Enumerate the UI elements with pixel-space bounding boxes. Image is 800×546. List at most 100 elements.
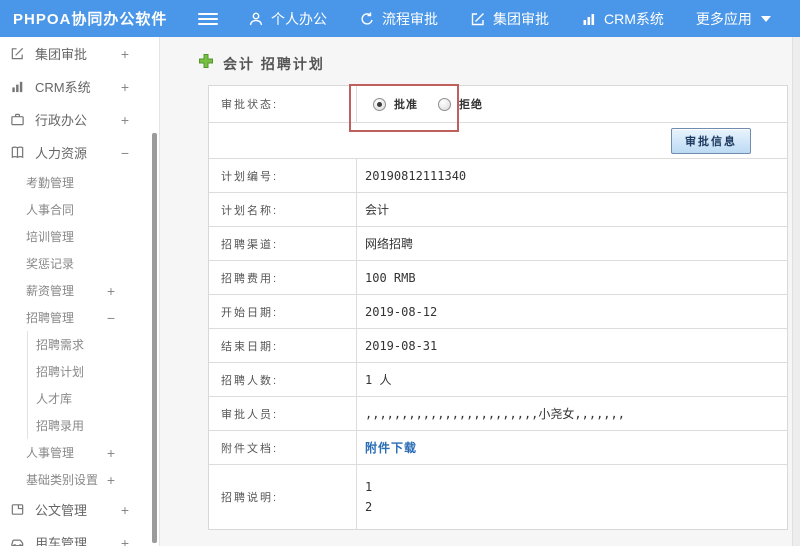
nav-process-approval[interactable]: 流程审批	[359, 9, 438, 29]
sidebar-item-recruit-hire[interactable]: 招聘录用	[28, 412, 159, 439]
sidebar-item-crm[interactable]: CRM系统 +	[0, 70, 159, 103]
sidebar-item-group-approval[interactable]: 集团审批 +	[0, 37, 159, 70]
sidebar-item-personnel[interactable]: 人事管理 +	[0, 439, 159, 466]
expander-icon[interactable]: +	[121, 46, 129, 62]
hamburger-icon[interactable]	[198, 12, 218, 25]
sidebar-item-recruit-plan[interactable]: 招聘计划	[28, 358, 159, 385]
attachment-download-link[interactable]: 附件下载	[365, 439, 417, 456]
nav-label: 流程审批	[382, 10, 438, 27]
sidebar-item-recruit-mgmt[interactable]: 招聘管理 −	[0, 304, 159, 331]
sidebar-item-label: 培训管理	[26, 230, 75, 244]
sidebar-item-label: 薪资管理	[26, 284, 75, 298]
caret-down-icon	[760, 15, 771, 22]
sidebar-item-label: 奖惩记录	[26, 257, 75, 271]
sidebar-item-documents[interactable]: 公文管理 +	[0, 493, 159, 526]
expander-icon[interactable]: +	[107, 283, 115, 299]
sidebar-item-label: CRM系统	[35, 80, 91, 95]
field-value: 批准 拒绝	[357, 86, 787, 122]
field-value: 会计	[365, 203, 390, 217]
sidebar-item-label: 人才库	[36, 392, 73, 406]
top-navigation: 个人办公 流程审批 集团审批 CRM系统 更多应用	[248, 9, 771, 29]
recruitment-plan-form: 审批状态: 批准 拒绝 审批信息 计划编号: 20190812111340 计划…	[208, 85, 788, 530]
sidebar-item-vehicle[interactable]: 用车管理 +	[0, 526, 159, 546]
form-row-end-date: 结束日期: 2019-08-31	[209, 329, 787, 363]
sidebar-item-hr-contract[interactable]: 人事合同	[0, 196, 159, 223]
sidebar-item-talent-pool[interactable]: 人才库	[28, 385, 159, 412]
sidebar-item-admin-office[interactable]: 行政办公 +	[0, 103, 159, 136]
sidebar-item-recruit-demand[interactable]: 招聘需求	[28, 331, 159, 358]
nav-label: CRM系统	[604, 10, 664, 27]
expander-icon[interactable]: +	[107, 472, 115, 488]
sidebar-item-rewards[interactable]: 奖惩记录	[0, 250, 159, 277]
description-line: 2	[365, 500, 373, 514]
edit-icon	[10, 46, 27, 61]
nav-more-apps[interactable]: 更多应用	[696, 9, 771, 29]
expander-icon[interactable]: +	[107, 445, 115, 461]
field-value: 2019-08-31	[365, 338, 438, 353]
expander-icon[interactable]: +	[121, 502, 129, 518]
sidebar-item-label: 招聘需求	[36, 338, 85, 352]
sidebar-item-label: 招聘计划	[36, 365, 85, 379]
field-label: 开始日期:	[209, 295, 357, 328]
topbar: PHPOA协同办公软件 个人办公 流程审批 集团审批 CRM系统 更多应用	[0, 0, 800, 37]
radio-approve[interactable]: 批准	[373, 96, 418, 112]
form-row-cost: 招聘费用: 100 RMB	[209, 261, 787, 295]
field-label: 审批人员:	[209, 397, 357, 430]
field-value: ,,,,,,,,,,,,,,,,,,,,,,,,小尧女,,,,,,,	[365, 407, 625, 421]
edit-icon	[470, 11, 486, 27]
briefcase-icon	[10, 112, 27, 127]
nav-label: 更多应用	[695, 10, 752, 27]
collapse-icon[interactable]: −	[121, 145, 129, 161]
field-label: 计划编号:	[209, 159, 357, 192]
field-value: 1 2	[357, 465, 787, 529]
plus-icon	[198, 53, 214, 74]
radio-button-icon[interactable]	[438, 97, 451, 111]
field-label: 招聘费用:	[209, 261, 357, 294]
radio-reject[interactable]: 拒绝	[438, 96, 483, 112]
sidebar-item-salary[interactable]: 薪资管理 +	[0, 277, 159, 304]
sidebar-item-hr[interactable]: 人力资源 −	[0, 136, 159, 169]
form-row-approvers: 审批人员: ,,,,,,,,,,,,,,,,,,,,,,,,小尧女,,,,,,,	[209, 397, 787, 431]
expander-icon[interactable]: +	[121, 79, 129, 95]
field-value: 2019-08-12	[365, 304, 438, 319]
sidebar-item-label: 招聘管理	[26, 311, 75, 325]
sidebar-item-label: 考勤管理	[26, 176, 75, 190]
field-label: 招聘说明:	[209, 465, 357, 529]
recruit-submenu: 招聘需求 招聘计划 人才库 招聘录用	[27, 331, 159, 439]
sidebar-item-base-category[interactable]: 基础类别设置 +	[0, 466, 159, 493]
nav-personal-office[interactable]: 个人办公	[248, 9, 327, 29]
document-icon	[10, 502, 27, 517]
field-value: 100 RMB	[365, 270, 416, 285]
field-label: 招聘渠道:	[209, 227, 357, 260]
sidebar-item-label: 用车管理	[35, 536, 88, 546]
sidebar-scrollbar-thumb[interactable]	[152, 133, 157, 543]
nav-crm-system[interactable]: CRM系统	[581, 9, 664, 29]
form-row-channel: 招聘渠道: 网络招聘	[209, 227, 787, 261]
radio-button-icon[interactable]	[373, 97, 386, 111]
sidebar-item-label: 人力资源	[35, 146, 88, 161]
field-label: 审批状态:	[209, 86, 357, 122]
collapse-icon[interactable]: −	[107, 310, 115, 326]
car-icon	[10, 535, 27, 546]
nav-label: 集团审批	[493, 10, 549, 27]
sidebar-item-label: 人事合同	[26, 203, 75, 217]
field-value: 20190812111340	[365, 168, 467, 183]
field-label: 结束日期:	[209, 329, 357, 362]
page-scrollbar-track[interactable]	[792, 37, 800, 546]
nav-group-approval[interactable]: 集团审批	[470, 9, 549, 29]
approval-info-button[interactable]: 审批信息	[671, 127, 751, 154]
sidebar: 集团审批 + CRM系统 + 行政办公 + 人力资源 − 考勤管理 人事合同 培…	[0, 37, 160, 546]
field-label: 附件文档:	[209, 431, 357, 464]
sidebar-item-attendance[interactable]: 考勤管理	[0, 169, 159, 196]
form-row-headcount: 招聘人数: 1 人	[209, 363, 787, 397]
form-row-attachment: 附件文档: 附件下载	[209, 431, 787, 465]
app-logo: PHPOA协同办公软件	[13, 11, 168, 28]
cycle-icon	[359, 11, 375, 27]
expander-icon[interactable]: +	[121, 535, 129, 546]
nav-label: 个人办公	[271, 10, 327, 27]
expander-icon[interactable]: +	[121, 112, 129, 128]
approval-status-radio-group: 批准 拒绝	[373, 96, 483, 112]
sidebar-item-label: 行政办公	[35, 113, 88, 128]
sidebar-item-training[interactable]: 培训管理	[0, 223, 159, 250]
field-label: 计划名称:	[209, 193, 357, 226]
